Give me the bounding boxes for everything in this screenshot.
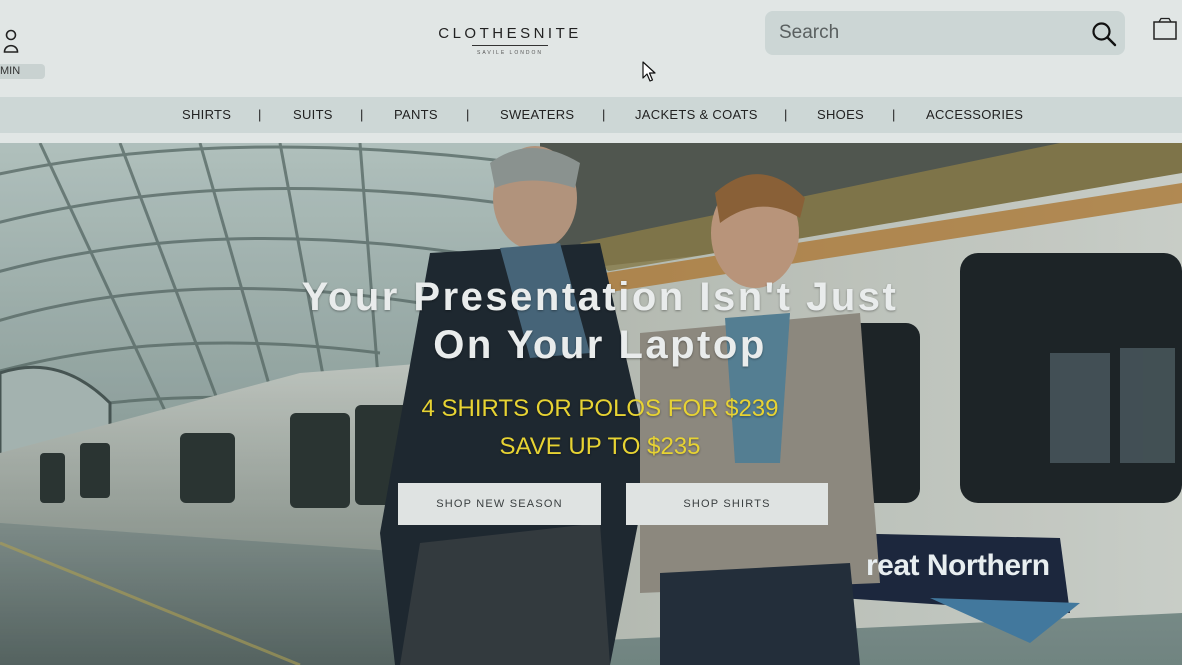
- nav-item-jackets-coats[interactable]: JACKETS & COATS: [635, 97, 758, 133]
- hero-banner: reat Northern Your Presentation Isn't Ju…: [0, 143, 1182, 665]
- page: MIN CLOTHESNITE SAVILE LONDON SHIRTS |: [0, 0, 1182, 665]
- search-icon[interactable]: [1091, 21, 1117, 47]
- nav-separator: |: [466, 107, 470, 122]
- account-link[interactable]: MIN: [0, 26, 46, 81]
- shop-new-season-button[interactable]: SHOP NEW SEASON: [398, 483, 601, 525]
- train-signage-text: reat Northern: [866, 549, 1050, 582]
- nav-separator: |: [892, 107, 896, 122]
- site-header: MIN CLOTHESNITE SAVILE LONDON: [0, 0, 1182, 97]
- site-logo[interactable]: CLOTHESNITE SAVILE LONDON: [420, 24, 600, 64]
- nav-item-accessories[interactable]: ACCESSORIES: [926, 97, 1023, 133]
- nav-item-suits[interactable]: SUITS: [293, 97, 333, 133]
- nav-item-shoes[interactable]: SHOES: [817, 97, 864, 133]
- hero-offer-line-2: SAVE UP TO $235: [499, 433, 701, 460]
- logo-subtext: SAVILE LONDON: [477, 50, 543, 56]
- shop-shirts-button[interactable]: SHOP SHIRTS: [626, 483, 828, 525]
- category-nav: SHIRTS | SUITS | PANTS | SWEATERS | JACK…: [0, 97, 1182, 133]
- search-input[interactable]: [779, 11, 1079, 55]
- nav-item-pants[interactable]: PANTS: [394, 97, 438, 133]
- hero-title-line-2: On Your Laptop: [433, 323, 767, 367]
- nav-separator: |: [602, 107, 606, 122]
- account-label[interactable]: MIN: [0, 64, 45, 79]
- nav-item-shirts[interactable]: SHIRTS: [182, 97, 231, 133]
- logo-rule: [472, 45, 548, 46]
- shopping-bag-icon[interactable]: [1152, 17, 1178, 41]
- nav-separator: |: [784, 107, 788, 122]
- nav-item-sweaters[interactable]: SWEATERS: [500, 97, 574, 133]
- nav-separator: |: [360, 107, 364, 122]
- category-nav-list: SHIRTS | SUITS | PANTS | SWEATERS | JACK…: [0, 97, 1182, 133]
- logo-text: CLOTHESNITE: [438, 25, 582, 42]
- mouse-cursor-icon: [642, 61, 656, 82]
- user-icon[interactable]: [2, 28, 20, 54]
- hero-offer-line-1: 4 SHIRTS OR POLOS FOR $239: [421, 395, 779, 422]
- nav-separator: |: [258, 107, 262, 122]
- hero-title: Your Presentation Isn't Just On Your Lap…: [240, 273, 960, 369]
- search-box: [765, 11, 1125, 55]
- hero-title-line-1: Your Presentation Isn't Just: [301, 275, 899, 319]
- hero-offer: 4 SHIRTS OR POLOS FOR $239 SAVE UP TO $2…: [300, 390, 900, 466]
